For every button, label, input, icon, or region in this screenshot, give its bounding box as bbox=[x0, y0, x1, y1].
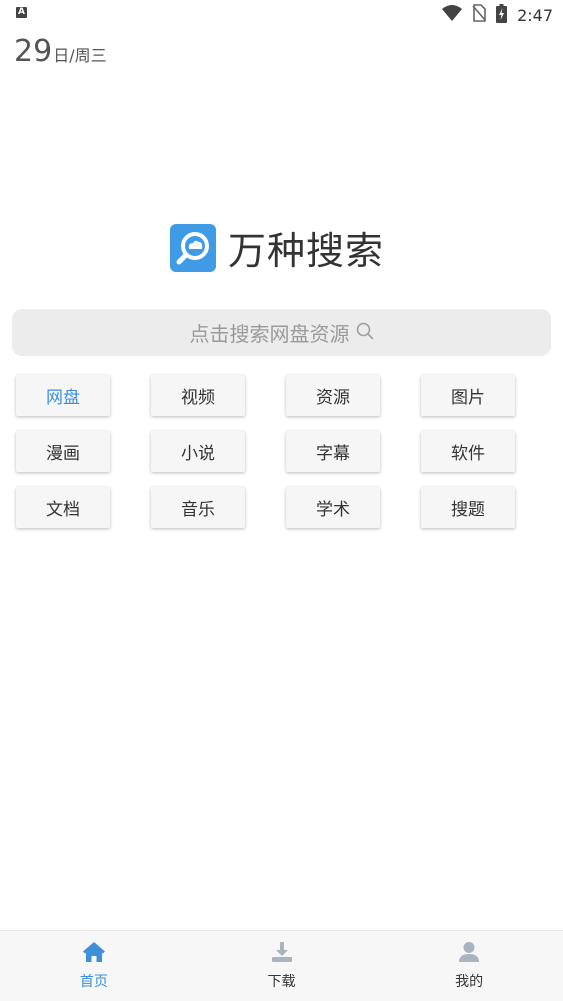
date-day: 29 bbox=[14, 34, 53, 69]
wifi-icon bbox=[442, 5, 463, 25]
search-icon bbox=[356, 322, 374, 344]
nav-home[interactable]: 首页 bbox=[0, 931, 188, 1001]
category-grid: 网盘 视频 资源 图片 漫画 小说 字幕 软件 文档 音乐 学术 搜题 bbox=[16, 375, 515, 528]
bottom-nav: 首页 下载 我的 bbox=[0, 930, 563, 1001]
no-sim-icon bbox=[472, 4, 486, 26]
category-button-xueshu[interactable]: 学术 bbox=[286, 487, 380, 528]
category-button-wendang[interactable]: 文档 bbox=[16, 487, 110, 528]
search-bar[interactable]: 点击搜索网盘资源 bbox=[12, 309, 551, 356]
category-button-zimu[interactable]: 字幕 bbox=[286, 431, 380, 472]
status-time: 2:47 bbox=[517, 5, 553, 25]
status-bar: A 2:47 bbox=[0, 0, 563, 30]
category-button-souti[interactable]: 搜题 bbox=[421, 487, 515, 528]
nav-home-label: 首页 bbox=[79, 974, 108, 990]
nav-download[interactable]: 下载 bbox=[188, 931, 376, 1001]
nav-profile-label: 我的 bbox=[455, 974, 484, 990]
search-placeholder: 点击搜索网盘资源 bbox=[189, 322, 350, 346]
category-button-xiaoshuo[interactable]: 小说 bbox=[151, 431, 245, 472]
nav-download-label: 下载 bbox=[267, 974, 296, 990]
app-logo: 万种搜索 bbox=[170, 220, 384, 275]
download-icon bbox=[270, 941, 294, 967]
category-button-manhua[interactable]: 漫画 bbox=[16, 431, 110, 472]
category-button-yinyue[interactable]: 音乐 bbox=[151, 487, 245, 528]
profile-icon bbox=[457, 941, 481, 967]
search-cloud-logo-icon bbox=[170, 223, 216, 272]
category-button-wangpan[interactable]: 网盘 bbox=[16, 375, 110, 416]
battery-charging-icon bbox=[496, 3, 508, 27]
category-button-shipin[interactable]: 视频 bbox=[151, 375, 245, 416]
category-button-ziyuan[interactable]: 资源 bbox=[286, 375, 380, 416]
category-button-tupian[interactable]: 图片 bbox=[421, 375, 515, 416]
date-weekday: 日/周三 bbox=[53, 46, 107, 65]
notification-a-icon: A bbox=[16, 7, 27, 18]
home-icon bbox=[82, 941, 106, 967]
nav-profile[interactable]: 我的 bbox=[375, 931, 563, 1001]
status-icons: 2:47 bbox=[442, 3, 553, 27]
date-display: 29 日/周三 bbox=[14, 34, 107, 69]
category-button-ruanjian[interactable]: 软件 bbox=[421, 431, 515, 472]
app-title: 万种搜索 bbox=[228, 229, 385, 273]
